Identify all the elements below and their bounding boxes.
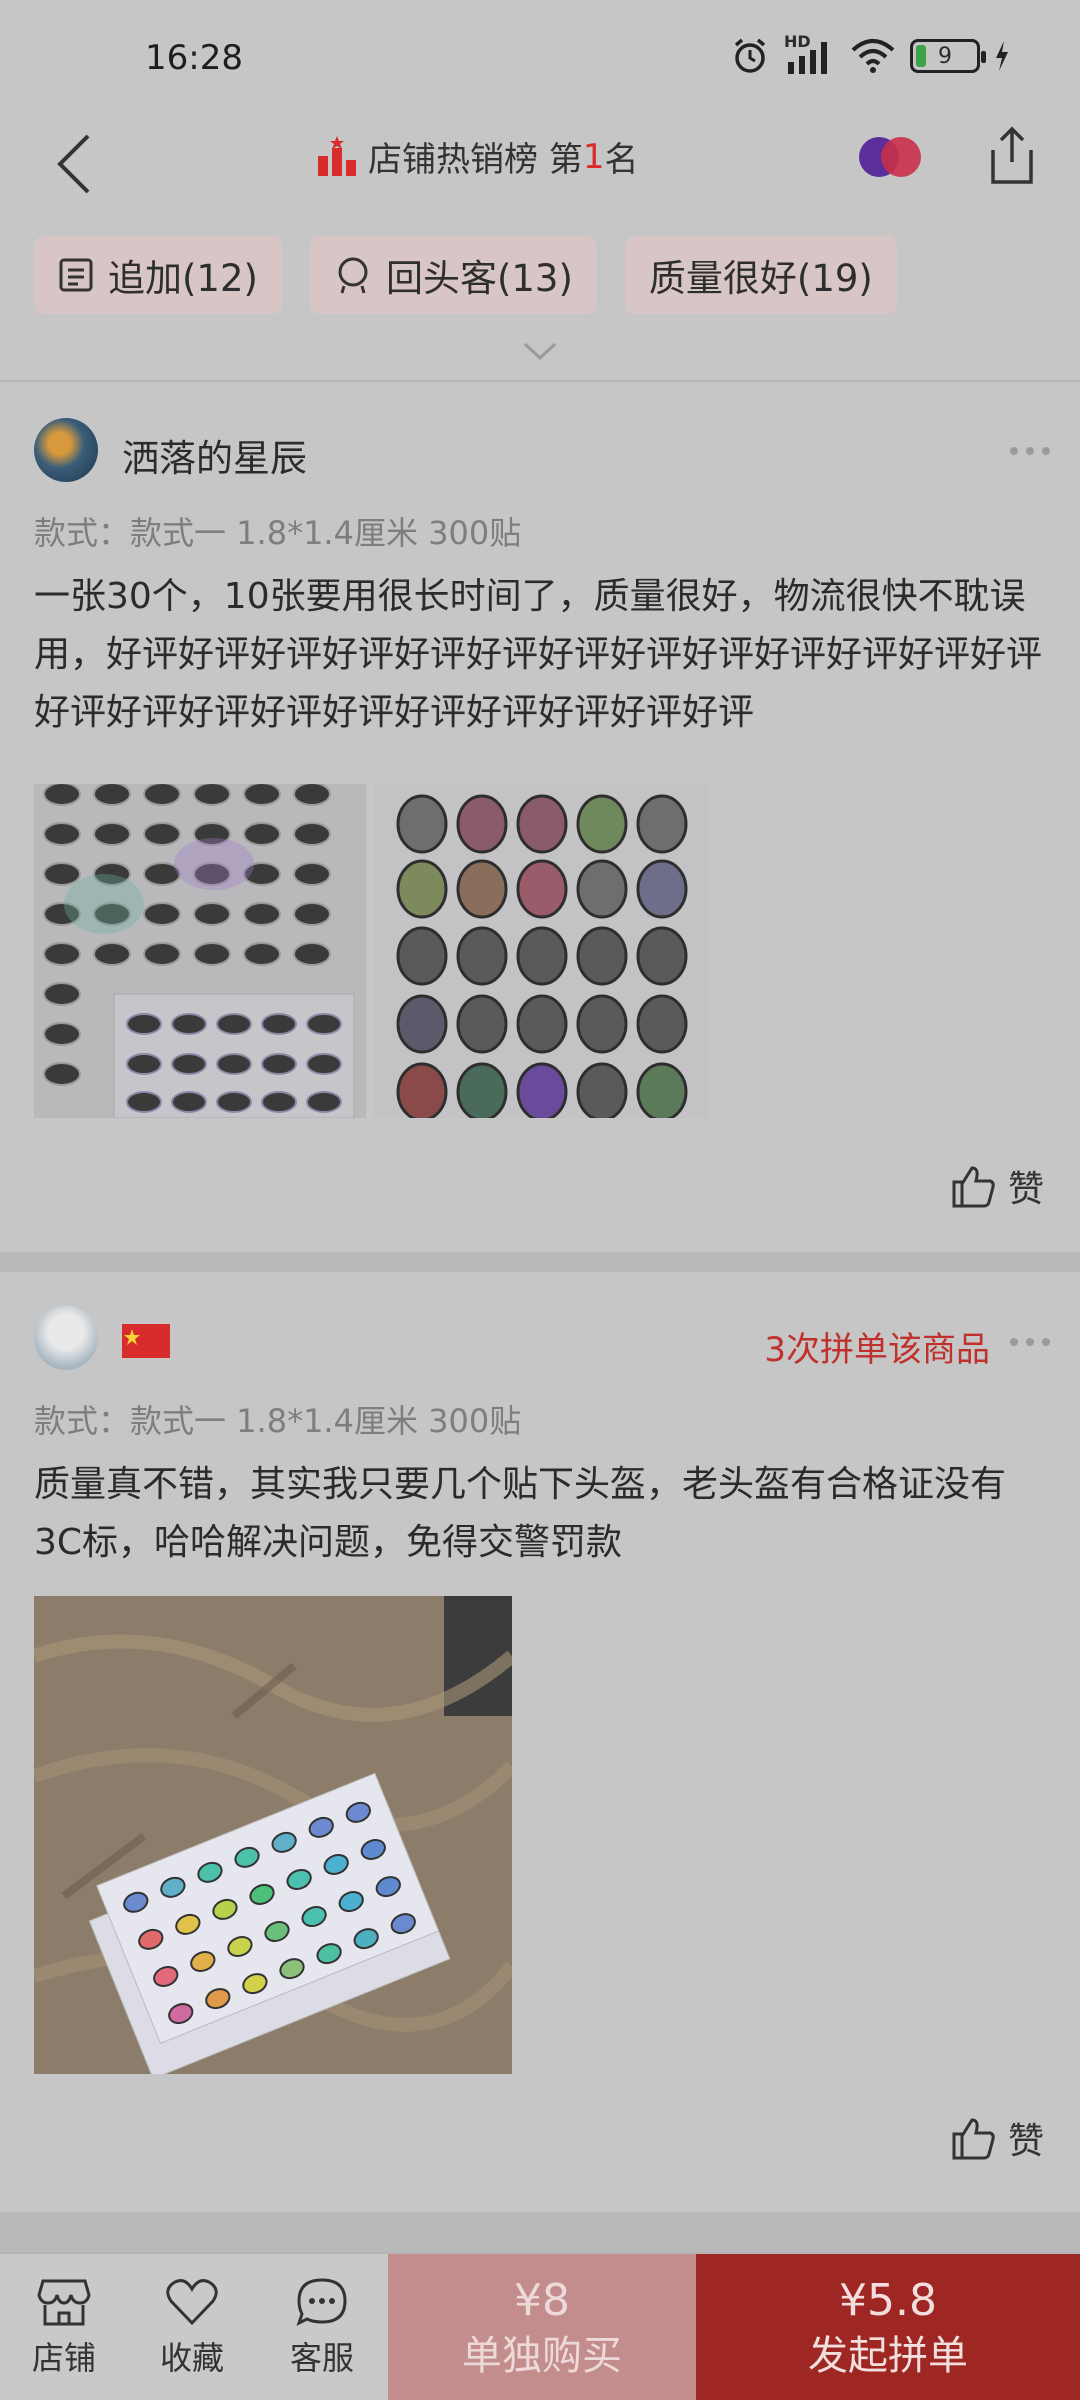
alarm-icon [734, 38, 766, 73]
avatar[interactable] [34, 1306, 98, 1370]
combo-circles-icon[interactable] [855, 132, 925, 182]
chip-label: 质量很好(19) [648, 257, 873, 300]
review-photo[interactable] [34, 1596, 512, 2074]
title-prefix: 店铺热销榜 第 [368, 140, 583, 180]
repeat-customer-icon [338, 257, 368, 294]
like-button[interactable]: 赞 [950, 1160, 1044, 1212]
like-button[interactable]: 赞 [950, 2112, 1044, 2164]
chip-repeat-customer[interactable]: 回头客(13) [309, 236, 597, 314]
variant-info: 款式：款式一 1.8*1.4厘米 300贴 [34, 1402, 522, 1440]
more-options-icon[interactable] [1010, 1338, 1050, 1348]
status-icons: HD 9 [730, 32, 1010, 76]
heart-icon [166, 2279, 218, 2326]
review-text: 质量真不错，其实我只要几个贴下头盔，老头盔有合格证没有3C标，哈哈解决问题，免得… [34, 1464, 1007, 1563]
store-icon [37, 2279, 91, 2326]
wifi-icon [851, 39, 895, 73]
ranking-icon [318, 135, 356, 176]
more-options-icon[interactable] [1010, 447, 1050, 457]
battery-icon: 9 [910, 39, 986, 73]
thumbs-up-icon [952, 1166, 995, 1208]
review-text: 一张30个，10张要用很长时间了，质量很好，物流很快不耽误用，好评好评好评好评好… [34, 576, 1043, 733]
share-icon[interactable] [985, 126, 1039, 186]
chevron-left-icon[interactable] [48, 128, 108, 198]
title-suffix: 名 [604, 140, 639, 180]
bottom-action-bar: 店铺 收藏 客服 ¥8 单独购买 ¥5.8 发起拼单 [0, 2252, 1080, 2400]
group-label: 发起拼单 [808, 2333, 968, 2379]
chip-label: 追加(12) [108, 257, 258, 300]
section-separator [0, 2212, 1080, 2252]
status-bar: 16:28 HD 9 [0, 0, 1080, 120]
customer-service-button[interactable]: 客服 [262, 2254, 382, 2400]
charging-icon [996, 41, 1008, 71]
section-separator [0, 1252, 1080, 1272]
variant-info: 款式：款式一 1.8*1.4厘米 300贴 [34, 514, 522, 552]
rank-number: 1 [582, 136, 605, 177]
repeat-purchase-badge: 3次拼单该商品 [764, 1330, 990, 1370]
like-label: 赞 [1007, 1169, 1044, 1210]
flag-icon [122, 1324, 170, 1358]
status-time: 16:28 [145, 38, 243, 78]
note-icon [59, 258, 93, 292]
chat-bubble-icon [296, 2278, 347, 2326]
store-label: 店铺 [31, 2339, 96, 2377]
username[interactable]: 洒落的星辰 [122, 428, 307, 482]
store-ranking-title[interactable]: 店铺热销榜 第1名 [316, 132, 638, 181]
single-label: 单独购买 [462, 2333, 622, 2379]
buy-single-button[interactable]: ¥8 单独购买 [388, 2254, 696, 2400]
group-price: ¥5.8 [839, 2275, 937, 2326]
chip-label: 回头客(13) [385, 257, 573, 300]
review-card: 洒落的星辰 款式：款式一 1.8*1.4厘米 300贴 一张30个，10张要用很… [0, 382, 1080, 1252]
chevron-down-icon[interactable] [522, 340, 558, 364]
title-bar: 店铺热销榜 第1名 [0, 110, 1080, 220]
service-label: 客服 [289, 2339, 354, 2377]
filter-chips: 追加(12) 回头客(13) 质量很好(19) [34, 236, 897, 314]
avatar[interactable] [34, 418, 98, 482]
favorite-button[interactable]: 收藏 [132, 2254, 252, 2400]
review-card: 3次拼单该商品 款式：款式一 1.8*1.4厘米 300贴 质量真不错，其实我只… [0, 1272, 1080, 2212]
like-label: 赞 [1007, 2121, 1044, 2162]
chip-good-quality[interactable]: 质量很好(19) [624, 236, 897, 314]
review-photo[interactable] [374, 784, 708, 1118]
store-button[interactable]: 店铺 [4, 2254, 124, 2400]
battery-level: 9 [938, 43, 952, 69]
thumbs-up-icon [952, 2118, 995, 2160]
review-photo[interactable] [34, 784, 366, 1118]
single-price: ¥8 [514, 2275, 570, 2326]
signal-icon: HD [784, 32, 836, 76]
favorite-label: 收藏 [159, 2339, 224, 2377]
chip-append[interactable]: 追加(12) [34, 236, 282, 314]
start-group-buy-button[interactable]: ¥5.8 发起拼单 [696, 2254, 1080, 2400]
